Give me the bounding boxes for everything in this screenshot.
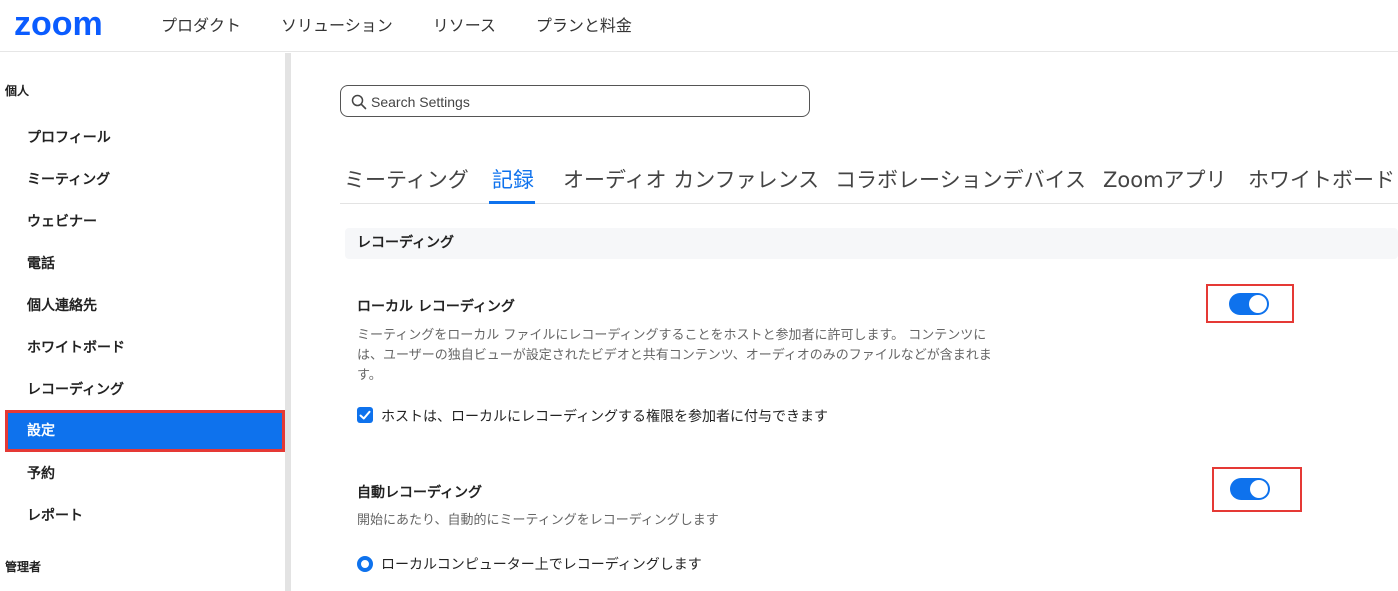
local-recording-desc-line2: は、ユーザーの独自ビューが設定されたビデオと共有コンテンツ、オーディオのみのファ… [357,348,992,363]
sidebar-heading-admin: 管理者 [5,560,42,574]
settings-tabs: ミーティング 記録 オーディオ カンファレンス コラボレーションデバイス Zoo… [340,150,1398,204]
sidebar-item-recordings[interactable]: レコーディング [5,369,285,411]
local-recording-desc-line3: す。 [357,368,382,383]
record-on-local-computer-radio[interactable] [357,556,373,572]
allow-participant-local-recording-label[interactable]: ホストは、ローカルにレコーディングする権限を参加者に付与できます [381,406,828,426]
local-recording-title: ローカル レコーディング [357,299,515,315]
top-nav: プロダクト ソリューション リソース プランと料金 [161,12,632,36]
toggle-knob [1249,295,1267,313]
local-recording-desc-line1: ミーティングをローカル ファイルにレコーディングすることをホストと参加者に許可し… [357,328,987,343]
auto-recording-toggle-highlight [1212,467,1302,512]
zoom-logo[interactable]: zoom [14,5,103,44]
local-recording-toggle[interactable] [1229,293,1269,315]
nav-solutions[interactable]: ソリューション [281,12,393,36]
search-input[interactable] [371,90,791,114]
sidebar-item-phone[interactable]: 電話 [5,243,285,285]
toggle-knob [1250,480,1268,498]
auto-recording-title: 自動レコーディング [357,485,483,501]
section-heading-recording: レコーディング [345,228,1398,259]
sidebar-item-scheduler[interactable]: 予約 [5,453,285,495]
nav-pricing[interactable]: プランと料金 [536,12,632,36]
active-tab-indicator [489,201,535,204]
sidebar-item-meetings[interactable]: ミーティング [5,159,285,201]
sidebar-heading-personal: 個人 [5,84,30,98]
sidebar-item-settings[interactable]: 設定 [5,410,285,452]
auto-recording-toggle[interactable] [1230,478,1270,500]
sidebar: 個人 プロフィール ミーティング ウェビナー 電話 個人連絡先 ホワイトボード … [0,53,285,591]
allow-participant-local-recording-checkbox[interactable] [357,407,373,423]
sidebar-scrollbar[interactable] [285,53,291,591]
nav-products[interactable]: プロダクト [161,12,241,36]
tab-meeting[interactable]: ミーティング [344,164,469,194]
checkmark-icon [359,410,371,420]
sidebar-item-profile[interactable]: プロフィール [5,117,285,159]
sidebar-item-reports[interactable]: レポート [5,495,285,537]
sidebar-item-whiteboards[interactable]: ホワイトボード [5,327,285,369]
local-recording-toggle-highlight [1206,284,1294,323]
search-box[interactable] [340,85,810,117]
tab-zoom-apps[interactable]: Zoomアプリ [1103,164,1227,194]
top-header: zoom プロダクト ソリューション リソース プランと料金 [0,0,1398,52]
tab-whiteboard[interactable]: ホワイトボード [1248,164,1395,194]
sidebar-item-webinars[interactable]: ウェビナー [5,201,285,243]
tab-audio-conferencing[interactable]: オーディオ カンファレンス [563,164,819,194]
sidebar-item-contacts[interactable]: 個人連絡先 [5,285,285,327]
tab-collaboration-devices[interactable]: コラボレーションデバイス [835,164,1086,194]
local-recording-description: ミーティングをローカル ファイルにレコーディングすることをホストと参加者に許可し… [357,326,1047,386]
nav-resources[interactable]: リソース [433,12,496,36]
tab-recording[interactable]: 記録 [492,164,534,194]
record-on-local-computer-label[interactable]: ローカルコンピューター上でレコーディングします [381,554,702,574]
search-icon [351,94,367,110]
auto-recording-description: 開始にあたり、自動的にミーティングをレコーディングします [357,513,719,528]
